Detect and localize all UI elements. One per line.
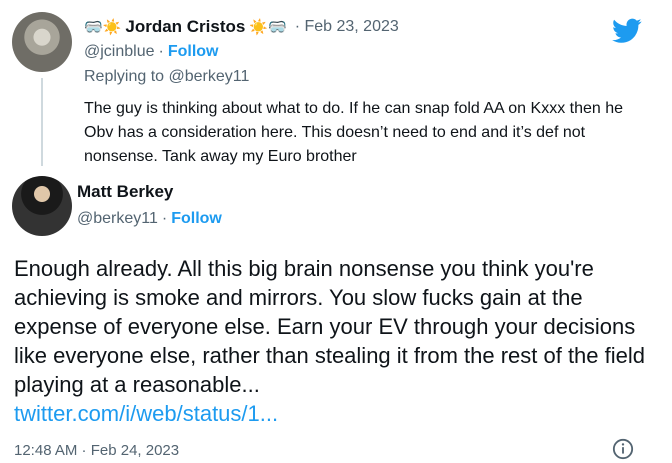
- display-name[interactable]: Jordan Cristos: [125, 17, 245, 37]
- tweet-screenshot: 🥽☀️ Jordan Cristos ☀️🥽 · Feb 23, 2023 @j…: [0, 0, 672, 463]
- reply-tweet: 🥽☀️ Jordan Cristos ☀️🥽 · Feb 23, 2023 @j…: [10, 6, 660, 166]
- main-tweet: Matt Berkey @berkey11 · Follow Enough al…: [0, 170, 672, 463]
- tweet-text: Enough already. All this big brain nonse…: [14, 256, 645, 397]
- reply-name-row: 🥽☀️ Jordan Cristos ☀️🥽 · Feb 23, 2023: [84, 16, 399, 38]
- user-handle[interactable]: @jcinblue: [84, 43, 155, 61]
- tweet-body: Enough already. All this big brain nonse…: [14, 254, 654, 428]
- user-handle[interactable]: @berkey11: [77, 210, 158, 228]
- timestamp[interactable]: 12:48 AM · Feb 24, 2023: [14, 442, 179, 459]
- separator: ·: [158, 43, 164, 60]
- tweet-link[interactable]: twitter.com/i/web/status/1...: [14, 401, 278, 426]
- twitter-bird-icon[interactable]: [612, 18, 642, 44]
- avatar[interactable]: [12, 176, 72, 236]
- tweet-text: The guy is thinking about what to do. If…: [84, 100, 624, 165]
- emoji-right: ☀️🥽: [249, 18, 287, 36]
- tweet-date[interactable]: · Feb 23, 2023: [295, 18, 399, 36]
- replying-to[interactable]: Replying to @berkey11: [84, 68, 249, 86]
- follow-button[interactable]: Follow: [168, 43, 219, 61]
- reply-handle-row: @jcinblue · Follow: [84, 43, 218, 61]
- info-icon[interactable]: [612, 438, 634, 460]
- thread-line: [41, 78, 43, 166]
- follow-button[interactable]: Follow: [171, 210, 222, 228]
- separator: ·: [161, 210, 168, 227]
- emoji-left: 🥽☀️: [84, 18, 122, 36]
- display-name[interactable]: Matt Berkey: [77, 182, 173, 202]
- main-handle-row: @berkey11 · Follow: [77, 210, 222, 228]
- avatar[interactable]: [12, 12, 72, 72]
